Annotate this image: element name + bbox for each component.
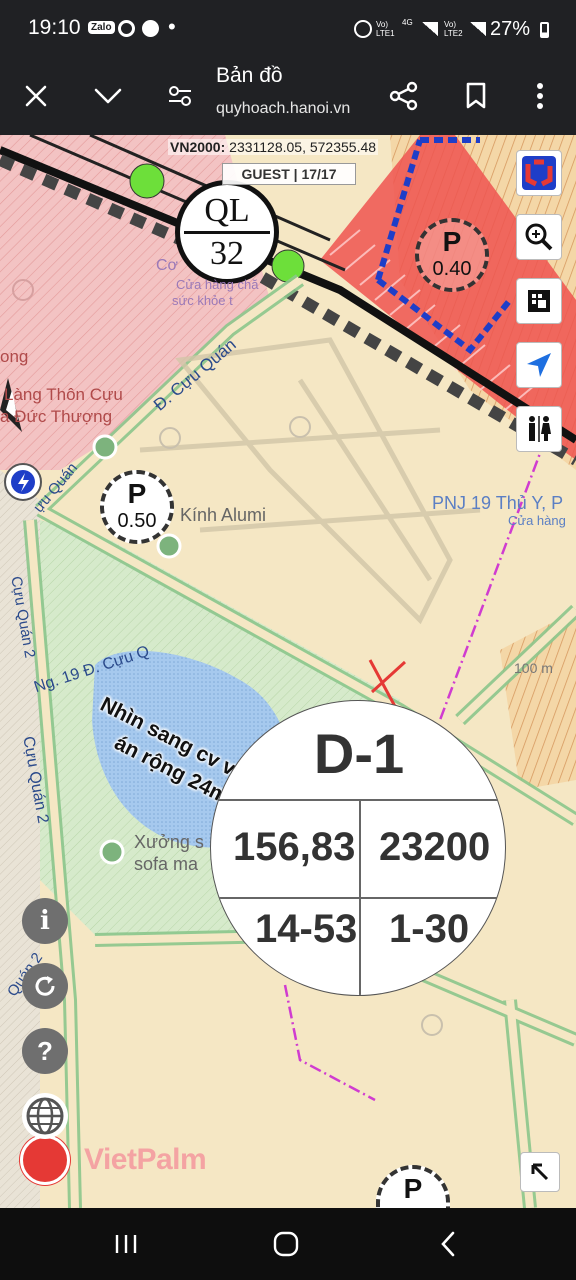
map-tools-left: i ?: [22, 898, 68, 1158]
parking-marker[interactable]: P 0.50: [100, 470, 174, 544]
toilet-icon: [529, 416, 551, 442]
parcel-height: 14-53: [255, 907, 358, 951]
chrome-icon: [118, 20, 135, 37]
more-vert-icon: [537, 83, 543, 109]
back-icon: [441, 1231, 455, 1257]
traffic-light-icon: [271, 249, 305, 283]
sliders-icon: [169, 86, 191, 106]
vietpalm-home-button[interactable]: [516, 150, 562, 196]
toilet-button[interactable]: [516, 406, 562, 452]
place-label: a Đức Thượng: [0, 407, 113, 426]
close-icon: [25, 85, 47, 107]
layers-button[interactable]: [516, 278, 562, 324]
sim2-label: Vo) LTE2: [444, 20, 463, 38]
help-icon: ?: [37, 1035, 53, 1066]
globe-icon: [26, 1097, 64, 1135]
scale-label: 100 m: [514, 660, 553, 676]
messenger-icon: [142, 20, 159, 37]
poi-marker: [156, 533, 182, 559]
parking-marker[interactable]: P 0.40: [415, 218, 489, 292]
parking-value: 0.40: [432, 258, 472, 280]
info-button[interactable]: i: [22, 898, 68, 944]
back-button[interactable]: [418, 1224, 478, 1264]
bookmark-button[interactable]: [454, 74, 498, 118]
parking-p-label: P: [403, 1173, 423, 1204]
sim1-label: Vo) LTE1: [376, 20, 395, 38]
brand-name: VietPalm: [84, 1143, 207, 1176]
zoom-search-icon: [525, 223, 553, 251]
place-label: Cửa hàng: [508, 513, 566, 528]
place-label: Xưởng s: [134, 832, 204, 852]
map-tools-right: [516, 150, 562, 470]
share-icon: [389, 81, 418, 111]
arrow-up-left-icon: [531, 1163, 549, 1181]
place-label: ong: [0, 347, 29, 366]
layers-icon: [528, 290, 550, 312]
refresh-button[interactable]: [22, 963, 68, 1009]
poi-marker: [92, 434, 118, 460]
parcel-ratio: 1-30: [389, 907, 470, 951]
site-settings-button[interactable]: [158, 74, 202, 118]
highway-shield: QL 32: [175, 180, 279, 284]
refresh-icon: [35, 976, 55, 996]
poi-marker: [99, 839, 125, 865]
place-label: sofa ma: [134, 854, 199, 874]
battery-icon: [540, 22, 549, 38]
chevron-down-icon: [94, 88, 122, 104]
traffic-light-icon: [129, 163, 165, 199]
more-menu-button[interactable]: [518, 74, 562, 118]
info-icon: i: [40, 906, 50, 936]
system-nav-bar: [0, 1208, 576, 1280]
parcel-id: D-1: [313, 722, 405, 785]
highway-shield-top: QL: [204, 192, 250, 229]
search-zoom-button[interactable]: [516, 214, 562, 260]
status-time: 19:10: [28, 16, 81, 39]
signal1-icon: [422, 22, 438, 36]
coordinate-value: 2331128.05, 572355.48: [229, 139, 377, 155]
alarm-icon: [354, 20, 372, 38]
zalo-icon: Zalo: [88, 21, 115, 34]
guest-counter: GUEST | 17/17: [222, 163, 356, 185]
place-label: Làng Thôn Cựu: [4, 385, 123, 404]
recent-apps-icon: [115, 1235, 137, 1253]
my-location-button[interactable]: [516, 342, 562, 388]
page-url[interactable]: quyhoach.hanoi.vn: [216, 100, 350, 118]
network-type: 4G: [402, 18, 413, 27]
collapse-button[interactable]: [520, 1152, 560, 1192]
status-bar: 19:10 Zalo • Vo) LTE1 4G Vo) LTE2 27%: [0, 0, 576, 60]
screen: 19:10 Zalo • Vo) LTE1 4G Vo) LTE2 27% Bả…: [0, 0, 576, 1280]
share-button[interactable]: [382, 74, 426, 118]
home-icon: [273, 1231, 299, 1257]
parcel-code: 23200: [379, 825, 491, 869]
parking-value: 0.50: [117, 510, 157, 532]
parcel-area: 156,83: [233, 825, 356, 869]
home-button[interactable]: [256, 1224, 316, 1264]
recent-apps-button[interactable]: [96, 1224, 156, 1264]
custom-tab-header: Bản đồ quyhoach.hanoi.vn: [0, 60, 576, 135]
expand-button[interactable]: [86, 74, 130, 118]
place-label: Cửa hàng chă: [176, 277, 259, 292]
notification-dot-icon: •: [168, 14, 176, 39]
coordinate-label: VN2000:: [170, 139, 226, 155]
locate-arrow-icon: [527, 353, 551, 377]
signal2-icon: [470, 22, 486, 36]
parking-p-label: P: [442, 226, 462, 257]
place-label: PNJ 19 Thủ Y, P: [432, 493, 564, 513]
vietpalm-logo-icon: [522, 156, 556, 190]
planning-map[interactable]: QL 32 P 0.40 P 0.50 P Đ. Cựu Quán Làng T…: [0, 135, 576, 1208]
parcel-info-callout[interactable]: D-1 156,83 23200 14-53 1-30: [210, 700, 506, 996]
help-button[interactable]: ?: [22, 1028, 68, 1074]
globe-button[interactable]: [22, 1093, 68, 1139]
coordinate-readout: VN2000: 2331128.05, 572355.48: [168, 139, 379, 155]
bookmark-icon: [466, 82, 486, 109]
place-label: Cơ: [156, 257, 179, 274]
close-button[interactable]: [14, 74, 58, 118]
place-label: sức khỏe t: [172, 293, 233, 308]
parking-p-label: P: [127, 478, 147, 509]
highway-shield-number: 32: [210, 235, 244, 272]
page-title: Bản đồ: [216, 64, 283, 87]
battery-percent: 27%: [490, 18, 531, 40]
place-label: Kính Alumi: [180, 505, 267, 525]
